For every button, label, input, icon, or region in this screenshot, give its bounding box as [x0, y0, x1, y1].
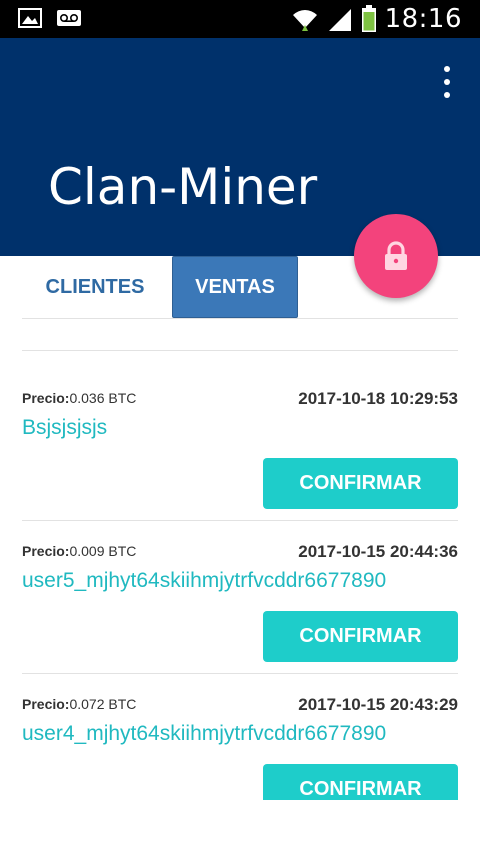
price-label: Precio:: [22, 543, 70, 559]
confirm-button[interactable]: CONFIRMAR: [263, 611, 458, 662]
image-notification-icon: [18, 8, 42, 28]
price-label: Precio:: [22, 696, 70, 712]
tab-ventas[interactable]: VENTAS: [172, 256, 298, 318]
sale-date: 2017-10-15 20:43:29: [298, 695, 458, 714]
price-text: Precio:0.009 BTC: [22, 543, 136, 559]
price-value: 0.009 BTC: [69, 543, 137, 559]
battery-icon: [361, 5, 376, 32]
list-header-divider: [22, 350, 458, 351]
status-bar-notifications: [18, 8, 82, 28]
sale-date: 2017-10-15 20:44:36: [298, 542, 458, 561]
signal-icon: [328, 9, 351, 31]
buyer-username[interactable]: Bsjsjsjsjs: [22, 416, 107, 440]
wifi-icon: [292, 10, 317, 31]
voicemail-icon: [57, 10, 81, 26]
confirm-button[interactable]: CONFIRMAR: [263, 458, 458, 509]
tab-divider: [22, 318, 458, 319]
list-item: Precio:0.072 BTC 2017-10-15 20:43:29 use…: [22, 695, 458, 849]
list-divider: [22, 520, 458, 521]
price-value: 0.036 BTC: [69, 390, 137, 406]
status-bar-system: 18:16: [291, 4, 462, 34]
sale-date: 2017-10-18 10:29:53: [298, 389, 458, 408]
status-time: 18:16: [384, 4, 462, 34]
status-bar: 18:16: [0, 0, 480, 38]
price-text: Precio:0.072 BTC: [22, 696, 136, 712]
price-text: Precio:0.036 BTC: [22, 390, 136, 406]
tab-bar: CLIENTES VENTAS: [22, 256, 458, 318]
buyer-username[interactable]: user5_mjhyt64skiihmjytrfvcddr6677890: [22, 569, 386, 593]
tab-clientes[interactable]: CLIENTES: [22, 256, 168, 318]
buyer-username[interactable]: user4_mjhyt64skiihmjytrfvcddr6677890: [22, 722, 386, 746]
price-value: 0.072 BTC: [69, 696, 137, 712]
price-label: Precio:: [22, 390, 70, 406]
more-vert-icon[interactable]: [436, 66, 458, 98]
confirm-button[interactable]: CONFIRMAR: [263, 764, 458, 800]
app-title: Clan-Miner: [48, 158, 318, 216]
list-divider: [22, 673, 458, 674]
